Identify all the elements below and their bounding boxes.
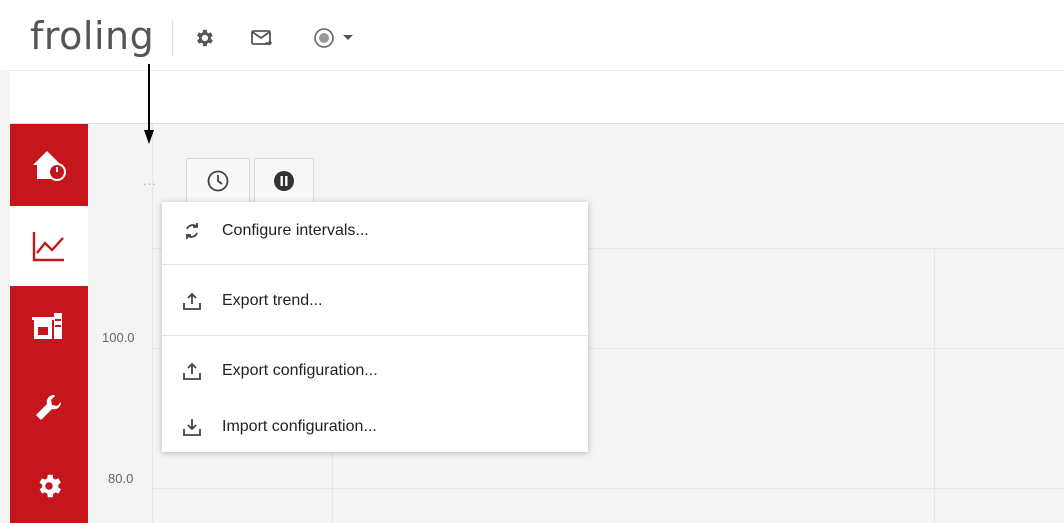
sidebar-nav [10, 124, 88, 523]
upload-icon [183, 362, 201, 380]
grid-line [152, 488, 1064, 489]
menu-item-configure-intervals[interactable]: Configure intervals... [162, 206, 588, 256]
boiler-system-icon [32, 313, 62, 339]
more-options-menu: Configure intervals... Export trend... E… [162, 202, 588, 452]
menu-item-label: Export configuration... [222, 362, 378, 379]
caret-down-icon[interactable] [340, 26, 356, 50]
menu-item-export-trend[interactable]: Export trend... [162, 276, 588, 326]
froling-logo: froling [30, 14, 155, 58]
app-header: froling [0, 0, 1064, 70]
menu-divider [162, 264, 588, 265]
y-axis-tick-label: 100.0 [102, 330, 135, 345]
status-circle-icon[interactable] [312, 26, 336, 50]
clock-button[interactable] [186, 158, 250, 204]
menu-item-label: Configure intervals... [222, 222, 369, 239]
sidebar-item-boiler-system[interactable] [10, 286, 88, 368]
download-icon [183, 419, 201, 436]
menu-divider [162, 335, 588, 336]
mail-forward-icon[interactable] [250, 26, 274, 50]
trend-chart-icon [32, 232, 64, 262]
header-divider [172, 20, 173, 56]
upload-icon [183, 292, 201, 310]
more-options-button[interactable]: ... [122, 158, 178, 202]
menu-item-label: Import configuration... [222, 418, 377, 435]
settings-gear-icon [39, 474, 62, 497]
pause-button[interactable] [254, 158, 314, 204]
menu-item-label: Export trend... [222, 292, 323, 309]
menu-item-import-configuration[interactable]: Import configuration... [162, 402, 588, 452]
sidebar-item-settings-gear[interactable] [10, 448, 88, 523]
sub-header-bar [10, 70, 1064, 124]
sidebar-item-wrench-service[interactable] [10, 368, 88, 448]
menu-item-export-configuration[interactable]: Export configuration... [162, 346, 588, 396]
sidebar-item-trend-chart[interactable] [10, 206, 88, 286]
clock-icon [207, 170, 229, 192]
pause-icon [274, 171, 294, 191]
y-axis-tick-label: 80.0 [108, 471, 134, 486]
gear-icon[interactable] [192, 26, 216, 50]
wrench-icon [36, 394, 62, 420]
refresh-icon [186, 223, 198, 239]
home-power-icon [33, 151, 66, 181]
grid-line [934, 248, 935, 523]
annotation-arrow [144, 64, 154, 144]
sidebar-item-home-power[interactable] [10, 124, 88, 206]
